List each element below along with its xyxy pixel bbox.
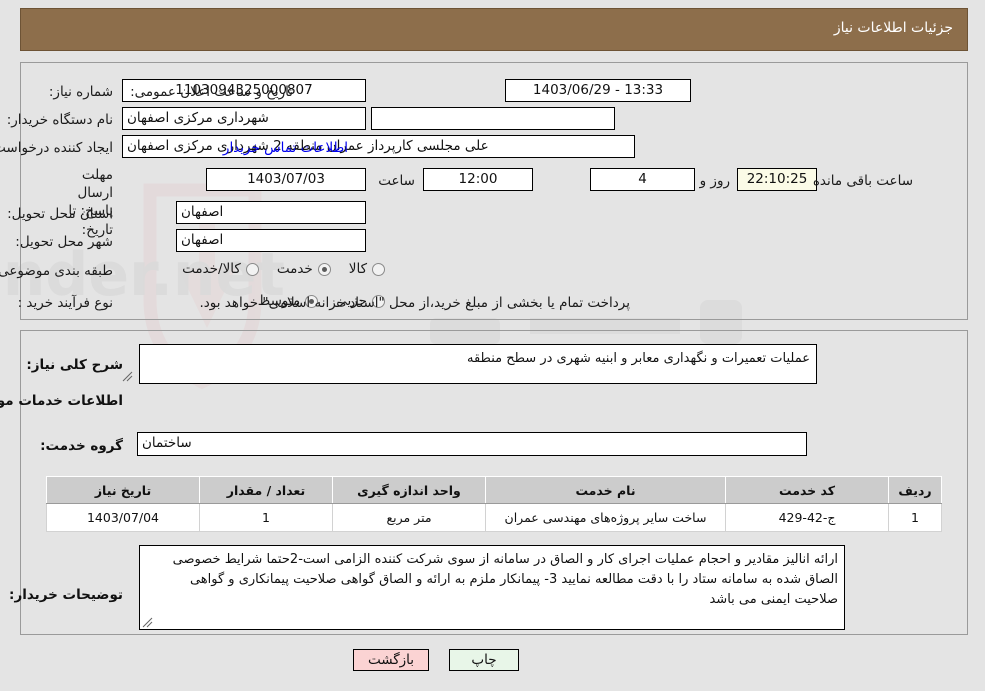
services-section-title: اطلاعات خدمات مورد نیاز xyxy=(0,393,123,409)
label-remaining-days-unit: روز و xyxy=(699,173,730,189)
category-option-label: خدمت xyxy=(276,261,313,277)
radio-icon[interactable] xyxy=(245,262,259,276)
label-category: طبقه بندی موضوعی: xyxy=(0,263,113,279)
label-remaining-time-unit: ساعت باقی مانده xyxy=(812,173,913,189)
table-column-header: ردیف xyxy=(888,476,942,504)
label-deadline-hour: ساعت xyxy=(378,173,415,189)
field-buyer-org[interactable]: شهرداری مرکزی اصفهان xyxy=(122,107,366,130)
field-buyer-notes[interactable]: ارائه انالیز مقادیر و احجام عملیات اجرای… xyxy=(139,545,845,630)
field-deadline-hour[interactable]: 12:00 xyxy=(423,168,533,191)
back-button[interactable]: بازگشت xyxy=(353,649,429,671)
category-option-0[interactable]: کالا xyxy=(349,261,385,277)
field-city[interactable]: اصفهان xyxy=(176,229,366,252)
page-root: AniaTender.net جزئیات اطلاعات نیاز شماره… xyxy=(0,0,985,691)
field-buyer-org-secondary[interactable] xyxy=(371,107,615,130)
field-remaining-days[interactable]: 4 xyxy=(590,168,695,191)
table-column-header: تاریخ نیاز xyxy=(46,476,200,504)
label-city: شهر محل تحویل: xyxy=(15,234,113,250)
field-service-group[interactable]: ساختمان xyxy=(137,432,807,456)
table-header-row: ردیف کد خدمت نام خدمت واحد اندازه گیری تعداد… xyxy=(46,476,942,504)
label-buyer-notes: توضیحات خریدار: xyxy=(9,587,123,603)
label-deadline: مهلت ارسال پاسخ: تا تاریخ: xyxy=(68,167,113,238)
process-note: پرداخت تمام یا بخشی از مبلغ خرید،از محل … xyxy=(199,295,630,311)
table-column-header: نام خدمت xyxy=(485,476,726,504)
label-description: شرح کلی نیاز: xyxy=(26,357,123,373)
field-public-announce[interactable]: 13:33 - 1403/06/29 xyxy=(505,79,691,102)
page-header-bar: جزئیات اطلاعات نیاز xyxy=(20,8,968,51)
label-service-group: گروه خدمت: xyxy=(40,438,123,454)
field-deadline-date[interactable]: 1403/07/03 xyxy=(206,168,366,191)
table-cell-date: 1403/07/04 xyxy=(46,503,200,532)
table-cell-code: ج-42-429 xyxy=(725,503,889,532)
field-requester[interactable]: علی مجلسی کارپرداز عمران منطقه 2 شهرداری… xyxy=(122,135,635,158)
category-option-1[interactable]: خدمت xyxy=(277,261,331,277)
table-cell-qty: 1 xyxy=(199,503,333,532)
table-cell-name: ساخت سایر پروژه‌های مهندسی عمران xyxy=(485,503,726,532)
page-title: جزئیات اطلاعات نیاز xyxy=(833,20,953,36)
category-option-label: کالا xyxy=(348,261,367,277)
print-button[interactable]: چاپ xyxy=(449,649,519,671)
label-province: استان محل تحویل: xyxy=(7,206,113,222)
table-cell-unit: متر مربع xyxy=(332,503,486,532)
category-option-2[interactable]: کالا/خدمت xyxy=(182,261,259,277)
table-column-header: واحد اندازه گیری xyxy=(332,476,486,504)
buyer-contact-link[interactable]: اطلاعات تماس خریدار xyxy=(223,140,348,156)
label-buyer-org: نام دستگاه خریدار: xyxy=(6,112,113,128)
field-description[interactable]: عملیات تعمیرات و نگهداری معابر و ابنیه ش… xyxy=(139,344,817,384)
radio-icon[interactable] xyxy=(372,262,385,276)
field-province[interactable]: اصفهان xyxy=(176,201,366,224)
table-row[interactable]: 1 ج-42-429 ساخت سایر پروژه‌های مهندسی عمرا… xyxy=(46,503,942,532)
table-column-header: کد خدمت xyxy=(725,476,889,504)
label-public-announce: تاریخ و ساعت اعلان عمومی: xyxy=(130,84,293,100)
label-requester: ایجاد کننده درخواست: xyxy=(0,140,113,156)
category-radio-group: کالا خدمت کالا/خدمت xyxy=(164,261,385,277)
radio-icon[interactable] xyxy=(317,262,331,276)
table-cell-row: 1 xyxy=(888,503,942,532)
label-need-number: شماره نیاز: xyxy=(48,84,113,100)
table-column-header: تعداد / مقدار xyxy=(199,476,333,504)
label-process: نوع فرآیند خرید : xyxy=(17,295,113,311)
field-remaining-time: 22:10:25 xyxy=(737,168,817,191)
services-table: ردیف کد خدمت نام خدمت واحد اندازه گیری تعداد… xyxy=(46,476,942,532)
category-option-label: کالا/خدمت xyxy=(182,261,241,277)
